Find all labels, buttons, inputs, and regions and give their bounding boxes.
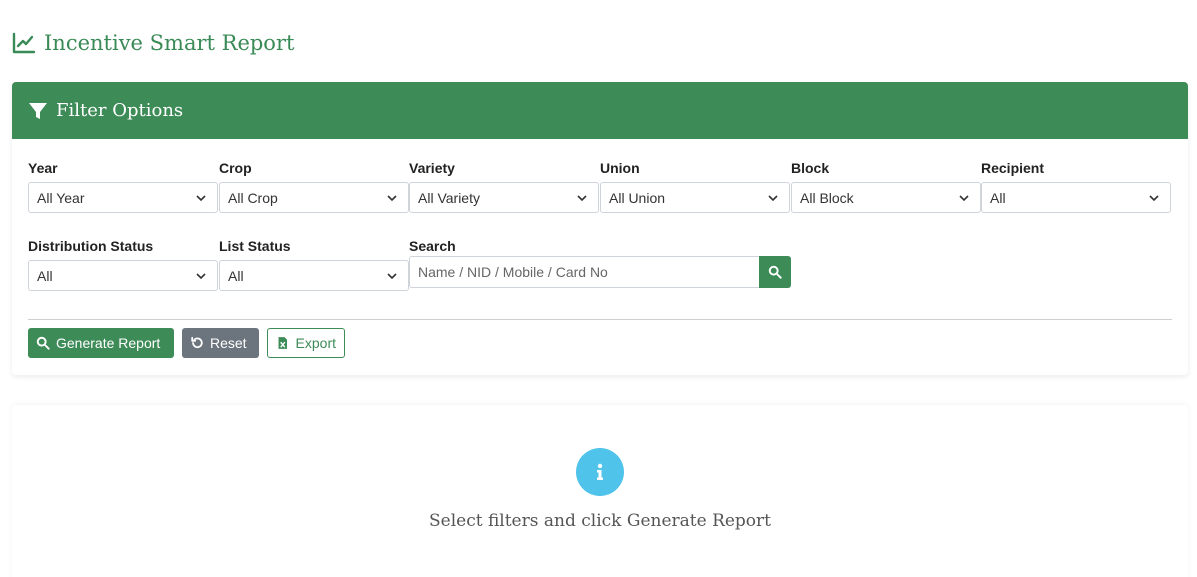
distribution-status-label: Distribution Status [28, 238, 154, 254]
chevron-down-icon [1149, 194, 1159, 201]
search-placeholder: Name / NID / Mobile / Card No [418, 264, 608, 280]
excel-file-icon [278, 337, 287, 349]
chevron-down-icon [196, 194, 206, 201]
undo-icon [191, 336, 203, 349]
info-icon [576, 448, 624, 496]
distribution-status-select-value: All [37, 267, 53, 284]
list-status-label: List Status [219, 238, 291, 254]
crop-select-value: All Crop [228, 189, 278, 206]
variety-select-value: All Variety [418, 189, 480, 206]
page-title-text: Incentive Smart Report [44, 31, 295, 55]
variety-select[interactable]: All Variety [409, 182, 599, 213]
union-select-value: All Union [609, 189, 666, 206]
block-label: Block [791, 160, 830, 176]
variety-label: Variety [409, 160, 455, 176]
reset-button[interactable]: Reset [182, 328, 259, 358]
line-chart-icon [12, 32, 36, 54]
chevron-down-icon [577, 194, 587, 201]
year-select-value: All Year [37, 189, 85, 206]
filter-card: Filter Options Year All Year Crop All Cr… [12, 82, 1188, 375]
page-title: Incentive Smart Report [12, 28, 294, 58]
reset-label: Reset [210, 335, 247, 351]
generate-report-label: Generate Report [56, 335, 161, 351]
distribution-status-select[interactable]: All [28, 260, 218, 291]
recipient-label: Recipient [981, 160, 1045, 176]
filter-divider [28, 319, 1172, 320]
filter-header: Filter Options [12, 82, 1188, 139]
export-label: Export [295, 335, 336, 351]
chevron-down-icon [959, 194, 969, 201]
generate-report-button[interactable]: Generate Report [28, 328, 174, 358]
chevron-down-icon [387, 272, 397, 279]
block-select-value: All Block [800, 189, 854, 206]
info-glyph [597, 463, 603, 480]
empty-state-message: Select filters and click Generate Report [428, 511, 772, 531]
recipient-select-value: All [990, 189, 1006, 206]
search-group: Search Name / NID / Mobile / Card No [409, 238, 791, 291]
year-label: Year [28, 160, 58, 176]
recipient-select[interactable]: All [981, 182, 1171, 213]
year-select[interactable]: All Year [28, 182, 218, 213]
chevron-down-icon [768, 194, 778, 201]
union-select[interactable]: All Union [600, 182, 790, 213]
search-input[interactable]: Name / NID / Mobile / Card No [409, 256, 759, 288]
chevron-down-icon [196, 272, 206, 279]
list-status-select[interactable]: All [219, 260, 409, 291]
union-label: Union [600, 160, 640, 176]
block-select[interactable]: All Block [791, 182, 981, 213]
export-button[interactable]: Export [267, 328, 345, 358]
list-status-select-value: All [228, 267, 244, 284]
crop-select[interactable]: All Crop [219, 182, 409, 213]
crop-label: Crop [219, 160, 252, 176]
filter-icon [29, 102, 47, 119]
search-button[interactable] [759, 256, 791, 288]
search-icon [36, 336, 50, 350]
filter-header-title: Filter Options [56, 100, 184, 121]
chevron-down-icon [387, 194, 397, 201]
search-icon [768, 265, 782, 279]
search-label: Search [409, 238, 456, 254]
results-card: Select filters and click Generate Report [12, 405, 1188, 577]
